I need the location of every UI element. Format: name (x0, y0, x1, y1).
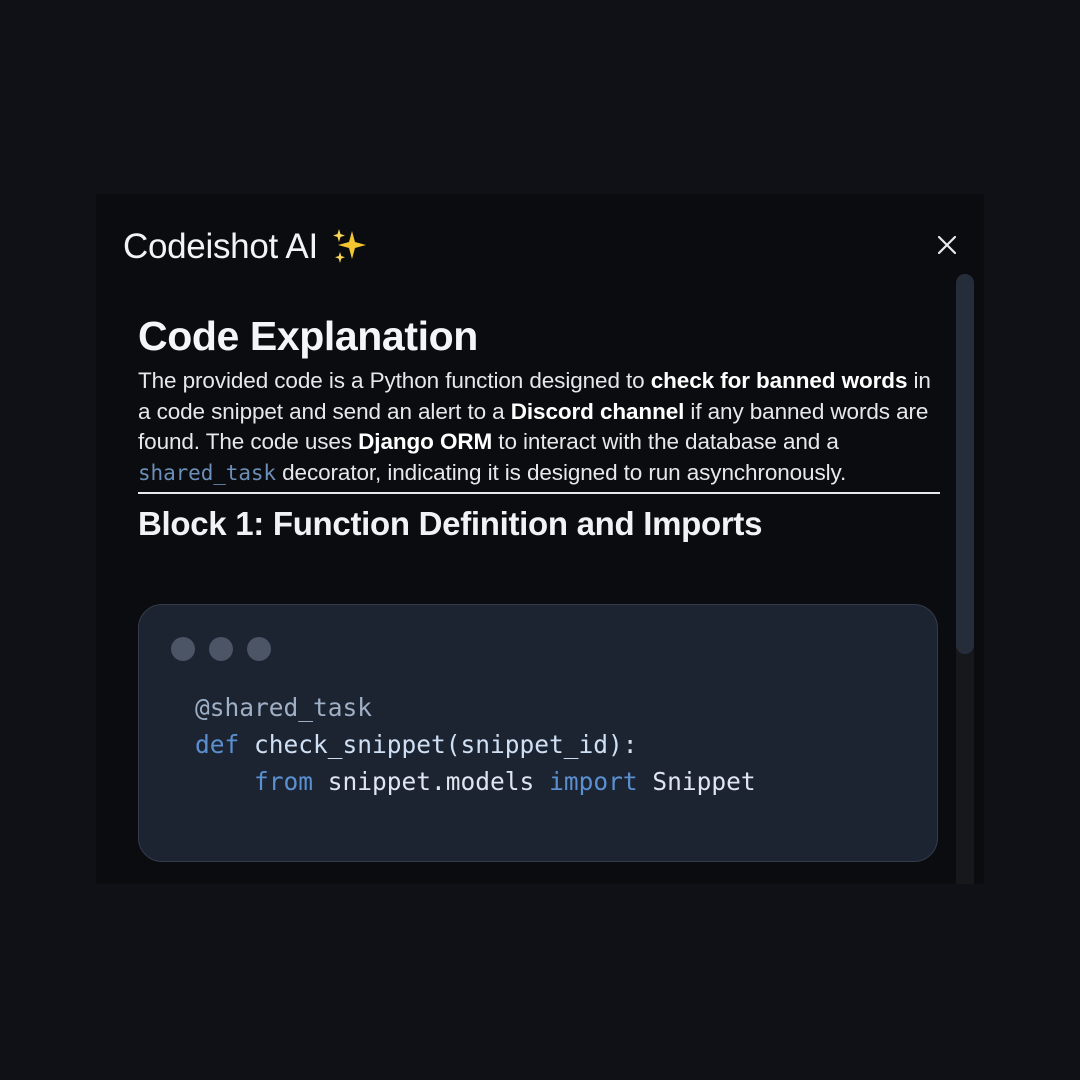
inline-code: shared_task (138, 460, 276, 485)
code-keyword: def (195, 730, 240, 759)
code-name: Snippet (652, 767, 756, 796)
window-dot (171, 637, 195, 661)
window-dots (171, 637, 271, 661)
code-block: @shared_task def check_snippet(snippet_i… (195, 689, 756, 800)
window-dot (209, 637, 233, 661)
explanation-paragraph: The provided code is a Python function d… (138, 366, 940, 488)
para-bold: Django ORM (358, 429, 493, 454)
ai-panel: Codeishot AI Code Explanation The provid… (96, 194, 984, 884)
code-function: check_snippet(snippet_id): (254, 730, 638, 759)
code-keyword: import (549, 767, 638, 796)
close-icon[interactable] (932, 230, 962, 260)
app-title: Codeishot AI (123, 227, 318, 266)
para-text: decorator, indicating it is designed to … (275, 459, 847, 485)
para-bold: Discord channel (510, 398, 685, 424)
para-bold: check for banned words (650, 368, 908, 393)
explanation-heading: Code Explanation (138, 313, 478, 359)
window-dot (247, 637, 271, 661)
code-window: @shared_task def check_snippet(snippet_i… (138, 604, 938, 862)
scrollbar[interactable] (956, 274, 974, 884)
para-text: to interact with the database and a (492, 429, 839, 454)
code-module: snippet.models (327, 767, 535, 796)
para-text: The provided code is a Python function d… (138, 368, 651, 393)
sparkles-icon (330, 227, 370, 267)
divider (138, 492, 940, 494)
code-decorator: @shared_task (195, 693, 373, 722)
explanation-content: Code Explanation The provided code is a … (138, 312, 940, 546)
code-keyword: from (254, 767, 314, 796)
scrollbar-thumb[interactable] (956, 274, 974, 654)
panel-header: Codeishot AI (123, 222, 370, 272)
block-heading: Block 1: Function Definition and Imports (138, 505, 763, 542)
